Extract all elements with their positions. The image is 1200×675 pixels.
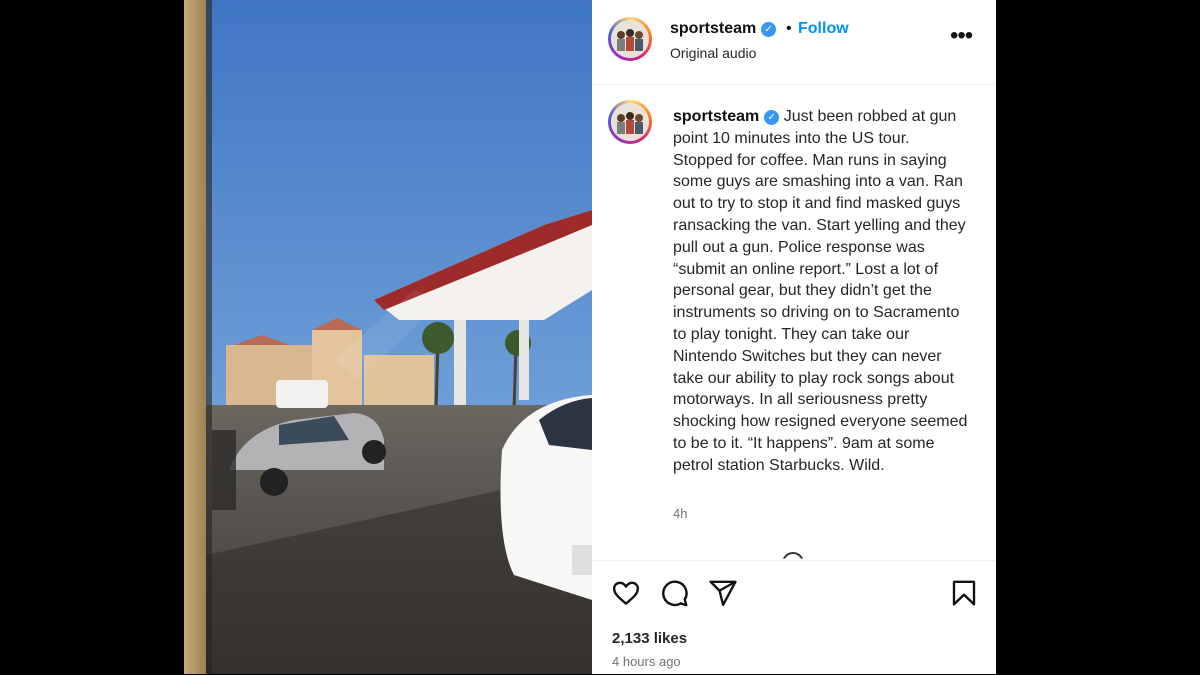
comment-icon[interactable] <box>659 578 689 608</box>
likes-count[interactable]: 2,133 likes <box>612 630 687 647</box>
band-photo-icon <box>611 20 649 58</box>
caption-text: sportsteam ✓ Just been robbed at gun poin… <box>673 106 973 477</box>
verified-badge-icon: ✓ <box>764 110 780 125</box>
more-options-icon[interactable]: ••• <box>950 22 973 50</box>
share-icon[interactable] <box>708 578 738 608</box>
caption-avatar[interactable] <box>608 100 652 144</box>
photo-gas-station-reflection <box>184 0 592 674</box>
caption-body: Just been robbed at gun point 10 minutes… <box>673 108 968 474</box>
post-header: sportsteam ✓ • Follow Original audio ••• <box>592 0 996 85</box>
band-photo-icon <box>611 103 649 141</box>
caption-timestamp[interactable]: 4h <box>673 506 687 521</box>
post-media[interactable] <box>184 0 592 674</box>
username-text[interactable]: sportsteam <box>670 20 756 37</box>
header-username[interactable]: sportsteam ✓ <box>670 20 777 38</box>
avatar[interactable] <box>608 17 652 61</box>
caption-username[interactable]: sportsteam <box>673 108 759 125</box>
bookmark-icon[interactable] <box>949 578 979 608</box>
post-dialog: sportsteam ✓ • Follow Original audio ••• … <box>184 0 996 674</box>
post-timestamp[interactable]: 4 hours ago <box>612 654 681 669</box>
post-side-panel: sportsteam ✓ • Follow Original audio ••• … <box>592 0 996 674</box>
heart-icon[interactable] <box>611 578 641 608</box>
verified-badge-icon: ✓ <box>761 22 777 37</box>
follow-button[interactable]: Follow <box>798 20 849 38</box>
separator-dot: • <box>786 20 792 37</box>
audio-label[interactable]: Original audio <box>670 45 756 61</box>
action-bar: 2,133 likes 4 hours ago <box>592 560 996 675</box>
